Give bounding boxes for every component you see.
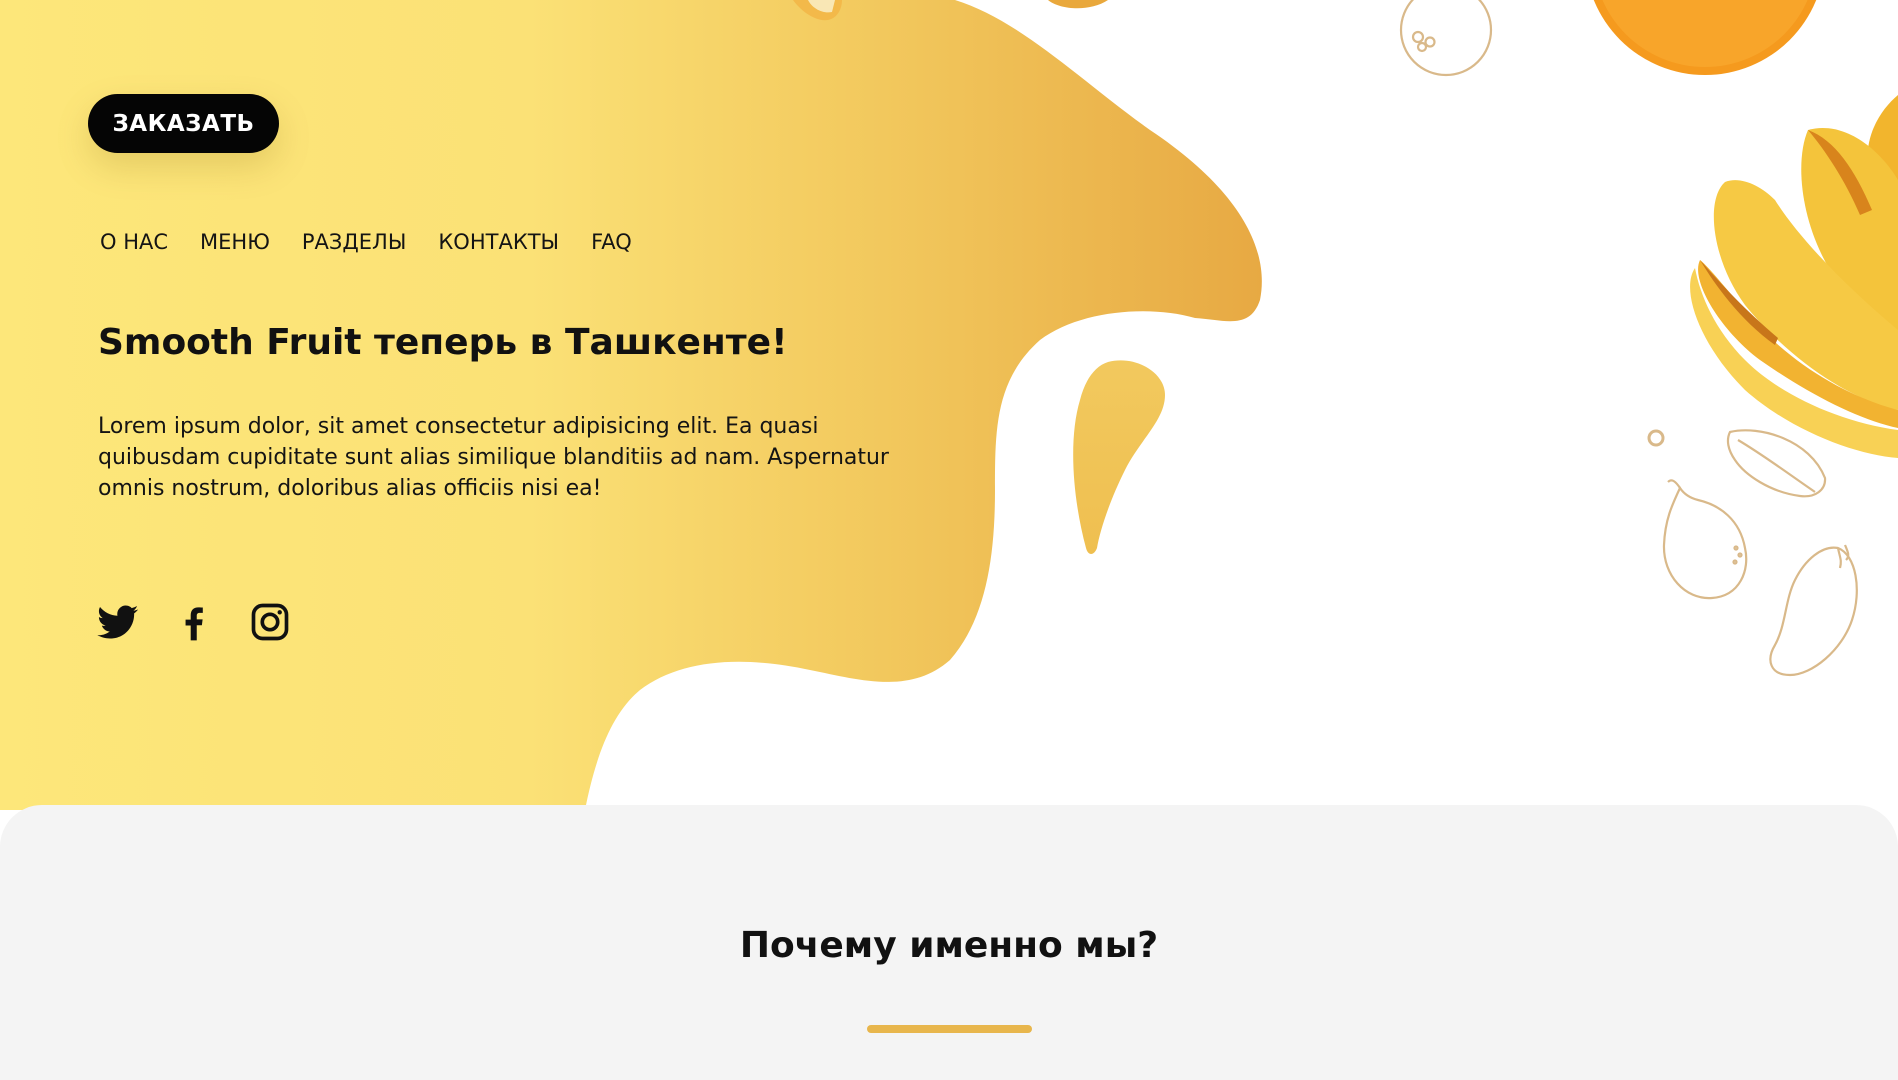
why-us-section: Почему именно мы? (0, 805, 1898, 1080)
juice-drop-shape (1073, 360, 1165, 554)
doodle-pear (1662, 479, 1748, 600)
orange-image (1593, 0, 1817, 75)
doodle-mango (1769, 544, 1858, 677)
hero-section: ЗАКАЗАТЬ О НАС МЕНЮ РАЗДЕЛЫ КОНТАКТЫ FAQ… (0, 0, 1898, 810)
mango-slices-image (1690, 95, 1898, 458)
social-links (96, 600, 292, 644)
twitter-link[interactable] (96, 600, 140, 644)
instagram-link[interactable] (248, 600, 292, 644)
hero-description: Lorem ipsum dolor, sit amet consectetur … (98, 414, 889, 501)
nav-item-menu[interactable]: МЕНЮ (200, 230, 270, 254)
twitter-icon (97, 605, 139, 639)
hero-background (0, 0, 1898, 810)
doodle-leaf (1726, 429, 1827, 498)
hero-title: Smooth Fruit теперь в Ташкенте! (98, 322, 788, 363)
fruit-piece-top (1048, 0, 1108, 9)
doodle-fruit-top (1399, 0, 1493, 77)
nav-item-sections[interactable]: РАЗДЕЛЫ (302, 230, 407, 254)
title-underline (867, 1025, 1032, 1033)
instagram-icon (251, 603, 289, 641)
facebook-icon (185, 607, 203, 641)
doodle-small-circle (1647, 429, 1665, 447)
order-button[interactable]: ЗАКАЗАТЬ (88, 94, 279, 153)
nav-item-about[interactable]: О НАС (100, 230, 168, 254)
facebook-link[interactable] (172, 600, 216, 644)
nav-item-contacts[interactable]: КОНТАКТЫ (438, 230, 559, 254)
main-nav: О НАС МЕНЮ РАЗДЕЛЫ КОНТАКТЫ FAQ (100, 230, 632, 254)
nav-item-faq[interactable]: FAQ (591, 230, 632, 254)
why-us-title: Почему именно мы? (739, 925, 1159, 966)
